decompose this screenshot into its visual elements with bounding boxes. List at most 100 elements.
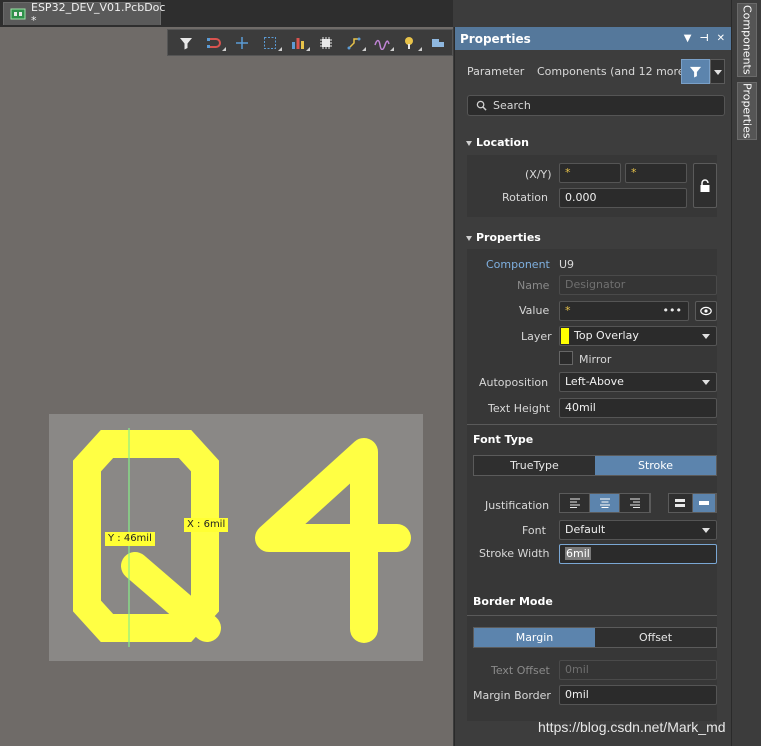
margin-border-field[interactable]: 0mil [559, 685, 717, 705]
select-area-icon[interactable] [256, 31, 284, 54]
side-panel-tabs: Components Properties [731, 0, 761, 746]
value-more-button[interactable]: ••• [663, 302, 682, 320]
mirror-label: Mirror [579, 353, 612, 366]
xy-label: (X/Y) [525, 168, 552, 181]
pin-icon[interactable]: ⊣ [699, 33, 708, 44]
components-side-tab[interactable]: Components [737, 3, 757, 77]
font-type-segmented: TrueType Stroke [473, 455, 717, 476]
x-field[interactable]: * [559, 163, 621, 183]
chevron-down-icon [714, 70, 722, 75]
stroke-width-value: 6mil [565, 547, 591, 560]
text-offset-row: Text Offset [491, 664, 550, 677]
font-type-truetype[interactable]: TrueType [474, 456, 595, 475]
unlock-icon [700, 178, 710, 192]
border-mode-segmented: Margin Offset [473, 627, 717, 648]
font-select[interactable]: Default [559, 520, 717, 540]
properties-side-tab[interactable]: Properties [737, 82, 757, 140]
parameter-label: Parameter [467, 65, 525, 78]
vertical-justification-group [668, 493, 717, 513]
rotation-label: Rotation [502, 191, 549, 204]
filter-icon [689, 66, 702, 78]
align-top-icon [675, 499, 686, 507]
font-type-header-text: Font Type [473, 433, 534, 446]
panel-menu-icon[interactable]: ▼ [684, 33, 692, 44]
justification-label: Justification [485, 499, 550, 512]
align-left-icon [569, 498, 580, 508]
collapse-icon [466, 140, 472, 146]
border-mode-header-text: Border Mode [473, 595, 553, 608]
text-height-value: 40mil [565, 401, 596, 414]
align-middle-icon [698, 501, 709, 505]
stroke-width-field[interactable]: 6mil [559, 544, 717, 564]
filter-button[interactable] [681, 59, 710, 84]
layer-value: Top Overlay [574, 329, 639, 342]
component-value-row: U9 [559, 258, 574, 271]
component-value: U9 [559, 258, 575, 271]
align-right-button[interactable] [620, 494, 650, 512]
glyph-4 [255, 438, 411, 643]
place-pad-icon[interactable] [396, 31, 424, 54]
text-offset-field[interactable]: 0mil [559, 660, 717, 680]
align-center-icon [599, 498, 610, 508]
cross-icon[interactable] [228, 31, 256, 54]
properties-header-text: Properties [476, 231, 541, 244]
filter-icon[interactable] [172, 31, 200, 54]
autoposition-label: Autoposition [479, 376, 549, 389]
document-tab[interactable]: ESP32_DEV_V01.PcbDoc * [3, 1, 165, 27]
visibility-button[interactable] [695, 301, 717, 321]
layer-select[interactable]: Top Overlay [559, 326, 717, 346]
properties-section-header[interactable]: Properties [466, 231, 541, 244]
chart-icon[interactable] [284, 31, 312, 54]
document-tab-title: ESP32_DEV_V01.PcbDoc * [31, 1, 166, 27]
component-icon[interactable] [312, 31, 340, 54]
interactive-route-icon[interactable] [200, 31, 228, 54]
border-mode-offset[interactable]: Offset [595, 628, 716, 647]
xy-row: (X/Y) [525, 168, 552, 181]
layer-icon[interactable] [424, 31, 452, 54]
location-section-header[interactable]: Location [466, 136, 529, 149]
mirror-checkbox[interactable] [559, 351, 573, 365]
filter-scope-row: Components (and 12 more) [537, 65, 689, 78]
search-icon [476, 100, 487, 111]
margin-border-value: 0mil [565, 688, 589, 701]
filter-dropdown-button[interactable] [710, 59, 725, 84]
lock-button[interactable] [693, 163, 717, 208]
layer-color-swatch [561, 328, 569, 344]
search-input[interactable]: Search [467, 95, 725, 116]
align-top-button[interactable] [669, 494, 693, 512]
properties-panel: Properties ▼ ⊣ ✕ Parameter Components (a… [454, 27, 731, 746]
text-height-field[interactable]: 40mil [559, 398, 717, 418]
close-icon[interactable]: ✕ [717, 33, 725, 44]
text-height-label: Text Height [488, 402, 551, 415]
rotation-field[interactable]: 0.000 [559, 188, 687, 208]
align-center-button[interactable] [590, 494, 620, 512]
name-placeholder: Designator [565, 278, 626, 291]
font-label: Font [522, 524, 546, 537]
border-mode-margin[interactable]: Margin [474, 628, 595, 647]
font-value: Default [565, 523, 606, 536]
divider [467, 424, 717, 425]
layer-label: Layer [521, 330, 552, 343]
pcb-canvas[interactable]: X : 6mil Y : 46mil [0, 27, 453, 746]
wave-icon[interactable] [368, 31, 396, 54]
value-value: * [565, 304, 571, 317]
layer-row: Layer [521, 330, 552, 343]
panel-header: Properties ▼ ⊣ ✕ [455, 27, 731, 50]
name-label: Name [517, 279, 550, 292]
value-field[interactable]: * ••• [559, 301, 689, 321]
y-field[interactable]: * [625, 163, 687, 183]
font-type-stroke[interactable]: Stroke [595, 456, 716, 475]
align-middle-button[interactable] [692, 494, 716, 512]
name-field[interactable]: Designator [559, 275, 717, 295]
component-designator-area[interactable]: X : 6mil Y : 46mil [49, 414, 423, 661]
font-row: Font [522, 524, 546, 537]
autoposition-select[interactable]: Left-Above [559, 372, 717, 392]
route-icon[interactable] [340, 31, 368, 54]
eye-icon [700, 306, 712, 316]
justification-row: Justification [485, 499, 549, 512]
parameter-row: Parameter [467, 65, 524, 78]
justification-group [559, 493, 651, 513]
align-left-button[interactable] [560, 494, 590, 512]
location-header-text: Location [476, 136, 529, 149]
value-label: Value [519, 304, 550, 317]
